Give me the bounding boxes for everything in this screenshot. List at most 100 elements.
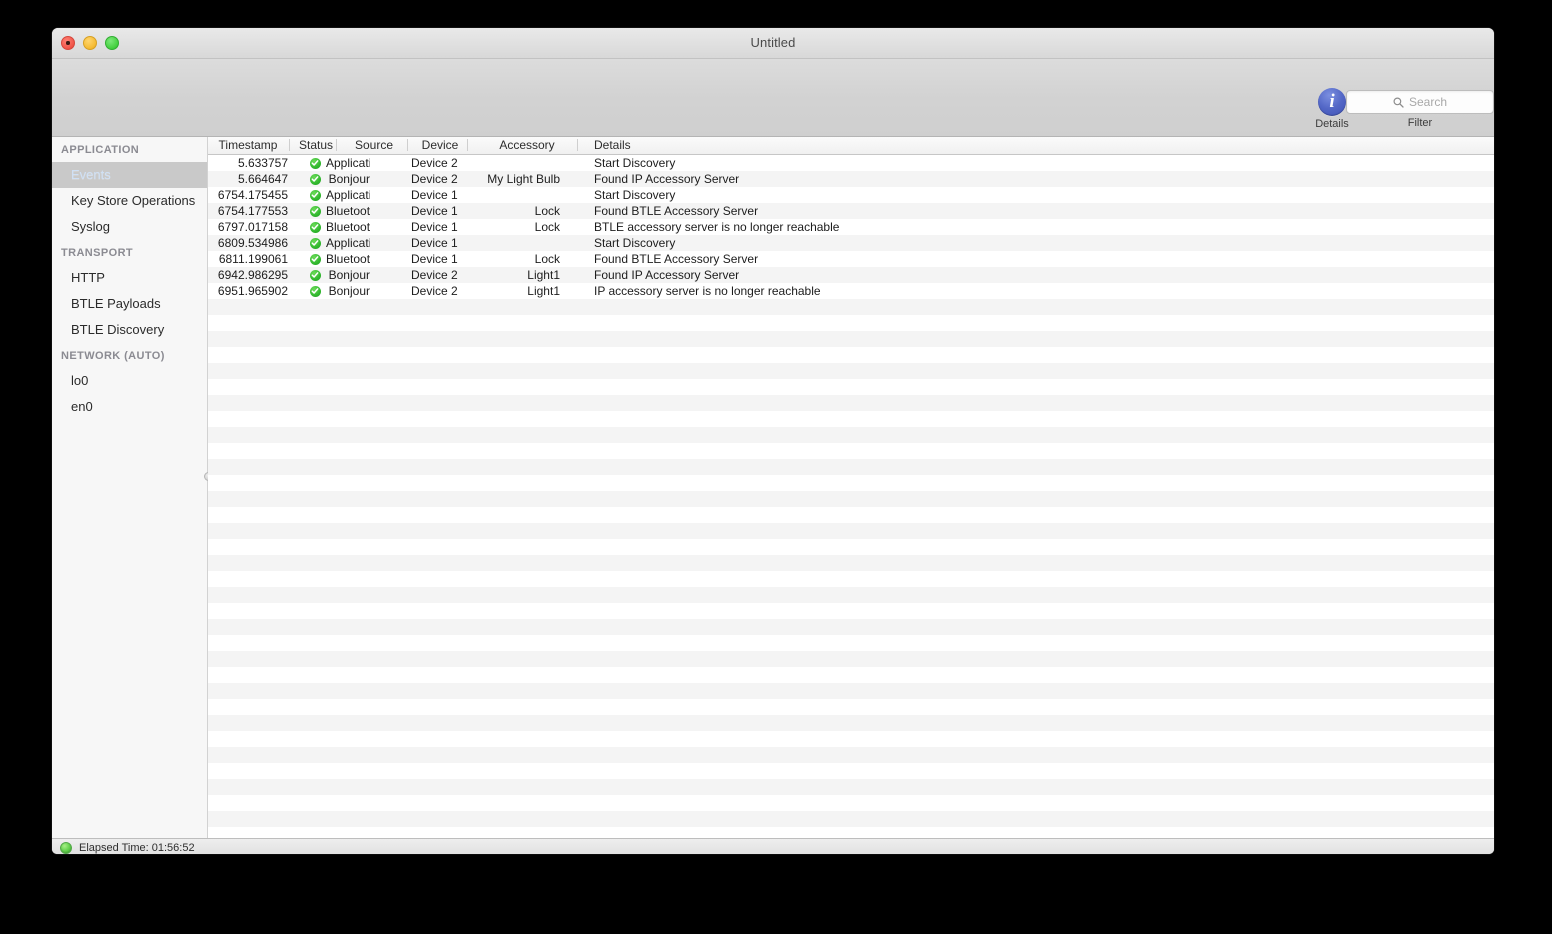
table-row-empty[interactable]: [208, 539, 1494, 555]
cell-source: Bluetooth: [326, 252, 370, 266]
cell-status: [302, 235, 328, 251]
table-row-empty[interactable]: [208, 363, 1494, 379]
table-row-empty[interactable]: [208, 747, 1494, 763]
table-row-empty[interactable]: [208, 827, 1494, 838]
table-row[interactable]: 6942.986295 Bonjour Device 2 Light1 Found IP…: [208, 267, 1494, 283]
cell-status: [302, 219, 328, 235]
sidebar-item-syslog[interactable]: Syslog: [52, 214, 207, 240]
table-row-empty[interactable]: [208, 395, 1494, 411]
cell-accessory: Lock: [534, 252, 560, 266]
sidebar-item-lo0[interactable]: lo0: [52, 368, 207, 394]
column-header-details[interactable]: Details: [594, 138, 674, 153]
table-row-empty[interactable]: [208, 571, 1494, 587]
sidebar-group-header: NETWORK (AUTO): [61, 350, 165, 362]
cell-source: Bonjour: [328, 284, 370, 298]
sidebar-item-btle-payloads[interactable]: BTLE Payloads: [52, 291, 207, 317]
filter-label: Filter: [1407, 117, 1433, 129]
info-icon: i: [1318, 88, 1346, 116]
table-row-empty[interactable]: [208, 475, 1494, 491]
column-divider[interactable]: [407, 139, 408, 151]
table-row[interactable]: 6754.175455 Application Device 1 Start Disc…: [208, 187, 1494, 203]
column-divider[interactable]: [336, 139, 337, 151]
table-row-empty[interactable]: [208, 459, 1494, 475]
info-icon-glyph: i: [1329, 91, 1335, 112]
status-ok-icon: [309, 285, 321, 297]
column-header-timestamp[interactable]: Timestamp: [208, 138, 288, 153]
cell-accessory: Lock: [534, 220, 560, 234]
table-row-empty[interactable]: [208, 443, 1494, 459]
table-row-empty[interactable]: [208, 683, 1494, 699]
table-row-empty[interactable]: [208, 587, 1494, 603]
table-row-empty[interactable]: [208, 491, 1494, 507]
table-row-empty[interactable]: [208, 347, 1494, 363]
cell-status: [302, 155, 328, 171]
cell-details: Found IP Accessory Server: [594, 172, 740, 186]
cell-accessory: Light1: [527, 268, 560, 282]
search-input[interactable]: Search: [1346, 90, 1494, 114]
table-row-empty[interactable]: [208, 603, 1494, 619]
title-bar: Untitled: [52, 28, 1494, 59]
cell-timestamp: 5.633757: [237, 156, 288, 170]
table-row-empty[interactable]: [208, 411, 1494, 427]
table-row-empty[interactable]: [208, 315, 1494, 331]
sidebar-item-key-store-operations[interactable]: Key Store Operations: [52, 188, 207, 214]
table-row-empty[interactable]: [208, 763, 1494, 779]
cell-details: Start Discovery: [594, 156, 676, 170]
status-ok-icon: [309, 189, 321, 201]
column-divider[interactable]: [289, 139, 290, 151]
table-row[interactable]: 6809.534986 Application Device 1 Start Disc…: [208, 235, 1494, 251]
table-row-empty[interactable]: [208, 779, 1494, 795]
sidebar-item-en0[interactable]: en0: [52, 394, 207, 420]
cell-status: [302, 251, 328, 267]
table-row-empty[interactable]: [208, 507, 1494, 523]
cell-details: Start Discovery: [594, 188, 676, 202]
status-ok-icon: [309, 269, 321, 281]
table-row[interactable]: 6951.965902 Bonjour Device 2 Light1 IP acces…: [208, 283, 1494, 299]
sidebar-group-header: APPLICATION: [61, 144, 140, 156]
cell-source: Application: [326, 156, 370, 170]
sidebar-item-btle-discovery[interactable]: BTLE Discovery: [52, 317, 207, 343]
column-header-accessory[interactable]: Accessory: [472, 138, 582, 153]
column-header-device[interactable]: Device: [410, 138, 470, 153]
table-row-empty[interactable]: [208, 379, 1494, 395]
table-row-empty[interactable]: [208, 731, 1494, 747]
column-divider[interactable]: [577, 139, 578, 151]
cell-details: BTLE accessory server is no longer reach…: [594, 220, 840, 234]
search-placeholder-text: Search: [1408, 95, 1448, 109]
table-row-empty[interactable]: [208, 299, 1494, 315]
table-row[interactable]: 6797.017158BluetoothDevice 1LockBTLE acc…: [208, 219, 1494, 235]
column-header-status[interactable]: Status: [296, 138, 336, 153]
table-row[interactable]: 5.633757 Application Device 2 Start Discove…: [208, 155, 1494, 171]
status-ok-icon: [309, 237, 321, 249]
table-row-empty[interactable]: [208, 667, 1494, 683]
table-row-empty[interactable]: [208, 811, 1494, 827]
sidebar-item-events[interactable]: Events: [52, 162, 207, 188]
table-row-empty[interactable]: [208, 619, 1494, 635]
main-content: APPLICATION Events Key Store Operations Sys…: [52, 137, 1494, 838]
table-row-empty[interactable]: [208, 555, 1494, 571]
table-row-empty[interactable]: [208, 427, 1494, 443]
status-ok-icon: [309, 173, 321, 185]
table-row-empty[interactable]: [208, 651, 1494, 667]
column-divider[interactable]: [467, 139, 468, 151]
table-row[interactable]: 6754.177553BluetoothDevice 1LockFound BT…: [208, 203, 1494, 219]
table-row[interactable]: 5.664647 Bonjour Device 2 My Light Bulb Foun…: [208, 171, 1494, 187]
cell-accessory: My Light Bulb: [487, 172, 560, 186]
cell-details: Found BTLE Accessory Server: [594, 204, 759, 218]
cell-timestamp: 6809.534986: [217, 236, 288, 250]
table-row-empty[interactable]: [208, 635, 1494, 651]
cell-details: Found BTLE Accessory Server: [594, 252, 759, 266]
sidebar-item-http[interactable]: HTTP: [52, 265, 207, 291]
table-row-empty[interactable]: [208, 523, 1494, 539]
table-row-empty[interactable]: [208, 699, 1494, 715]
sidebar-group-header: TRANSPORT: [61, 247, 134, 259]
cell-source: Application: [326, 236, 370, 250]
cell-timestamp: 6754.177553: [217, 204, 288, 218]
table-row-empty[interactable]: [208, 715, 1494, 731]
table-row-empty[interactable]: [208, 331, 1494, 347]
status-bar: Elapsed Time: 01:56:52: [52, 838, 1494, 854]
search-icon: [1393, 97, 1404, 108]
table-row-empty[interactable]: [208, 795, 1494, 811]
table-row[interactable]: 6811.199061BluetoothDevice 1LockFound BT…: [208, 251, 1494, 267]
column-header-source[interactable]: Source: [342, 138, 406, 153]
